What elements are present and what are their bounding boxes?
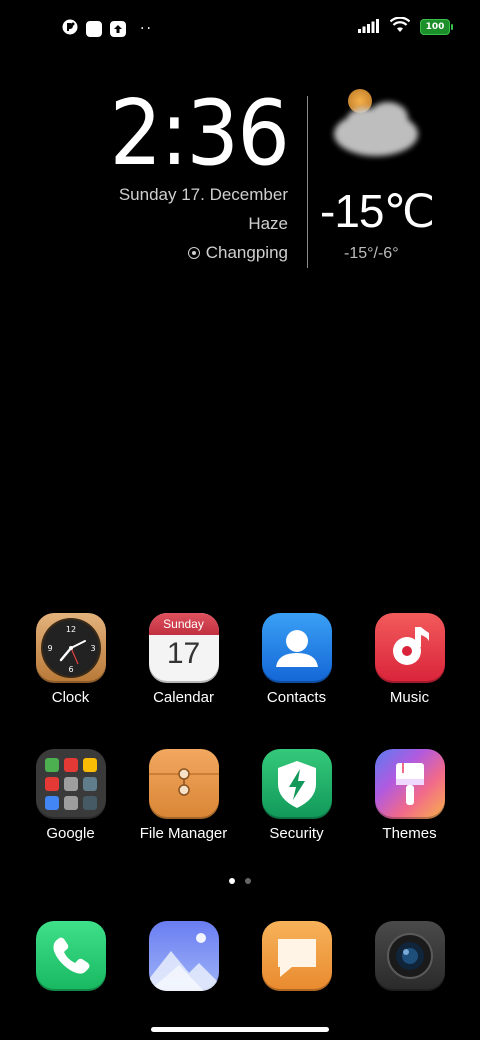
calendar-icon: Sunday 17 — [148, 613, 219, 683]
home-gesture-bar[interactable] — [151, 1027, 329, 1032]
page-dot-active[interactable] — [229, 878, 235, 884]
dock-gallery[interactable] — [127, 921, 240, 991]
contacts-icon — [261, 613, 332, 683]
app-label: Music — [389, 689, 430, 706]
page-indicator[interactable] — [0, 878, 480, 884]
app-contacts[interactable]: Contacts — [240, 613, 353, 706]
messaging-icon — [261, 921, 332, 991]
app-clock[interactable]: 12 3 6 9 Clock — [14, 613, 127, 706]
music-icon — [374, 613, 445, 683]
dock-messaging[interactable] — [240, 921, 353, 991]
location: Changping — [187, 243, 288, 263]
themes-icon — [374, 749, 445, 819]
calendar-day-number: 17 — [166, 637, 201, 670]
widget-divider — [307, 96, 308, 268]
svg-text:9: 9 — [47, 644, 52, 653]
dock-phone[interactable] — [14, 921, 127, 991]
app-file-manager[interactable]: File Manager — [127, 749, 240, 842]
dock-camera[interactable] — [353, 921, 466, 991]
square-notification-icon — [86, 21, 102, 37]
app-security[interactable]: Security — [240, 749, 353, 842]
app-notification-icon — [62, 19, 78, 39]
app-themes[interactable]: Themes — [353, 749, 466, 842]
app-label: Google — [46, 825, 95, 842]
security-icon — [261, 749, 332, 819]
widget-date: Sunday 17. December — [118, 185, 288, 204]
clock-icon: 12 3 6 9 — [35, 613, 106, 683]
file-manager-icon — [148, 749, 219, 819]
battery-icon: 100 — [420, 19, 453, 35]
temperature-range: -15°/-6° — [344, 245, 399, 262]
app-label: Themes — [382, 825, 437, 842]
app-google-folder[interactable]: Google — [14, 749, 127, 842]
system-icons: 100 — [358, 16, 453, 37]
clock-time[interactable]: 2:36 — [94, 84, 289, 184]
app-label: File Manager — [139, 825, 228, 842]
gallery-icon — [148, 921, 219, 991]
app-label: Contacts — [266, 689, 327, 706]
upload-icon — [110, 21, 126, 37]
svg-text:12: 12 — [65, 625, 75, 634]
notification-icons: ·· — [62, 19, 153, 39]
app-label: Clock — [51, 689, 90, 706]
google-folder-icon — [35, 749, 106, 819]
app-label: Security — [269, 825, 324, 842]
page-dot[interactable] — [245, 878, 251, 884]
app-music[interactable]: Music — [353, 613, 466, 706]
phone-icon — [35, 921, 106, 991]
location-name: Changping — [205, 243, 288, 262]
home-screen: ·· 100 2:36 Sunday 17. December Haze Cha… — [0, 0, 480, 1040]
clock-weather-widget[interactable]: 2:36 Sunday 17. December Haze Changping — [0, 84, 480, 274]
app-label: Calendar — [153, 689, 214, 706]
haze-cloud-sun-icon[interactable] — [326, 84, 426, 174]
weather-condition: Haze — [248, 214, 288, 233]
location-icon — [187, 247, 200, 259]
camera-icon — [374, 921, 445, 991]
current-temperature: -15℃ — [320, 185, 435, 237]
status-bar: ·· 100 — [0, 0, 480, 56]
calendar-day-name: Sunday — [148, 613, 219, 635]
wifi-icon — [389, 16, 411, 37]
svg-text:6: 6 — [68, 665, 73, 674]
svg-text:3: 3 — [90, 644, 95, 653]
app-calendar[interactable]: Sunday 17 Calendar — [127, 613, 240, 706]
signal-icon — [358, 18, 380, 37]
more-dots-icon: ·· — [140, 21, 153, 37]
